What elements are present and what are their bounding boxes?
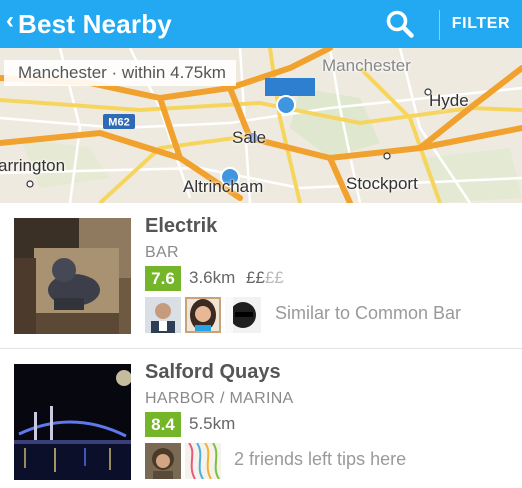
venue-price: ££: [246, 268, 265, 287]
venue-score-badge: 7.6: [145, 266, 181, 291]
avatar[interactable]: [145, 297, 181, 333]
location-label: Manchester · within 4.75km: [4, 60, 236, 86]
back-button[interactable]: ‹ Best Nearby: [0, 0, 172, 48]
venue-photo: [14, 364, 131, 480]
map-label-warrington: arrington: [0, 156, 66, 175]
page-title: Best Nearby: [18, 8, 172, 39]
chevron-left-icon: ‹: [6, 7, 14, 34]
social-context: 2 friends left tips here: [234, 449, 407, 469]
venue-list-item[interactable]: Salford Quays HARBOR / MARINA 8.4 5.5km …: [0, 349, 522, 488]
venue-name: Salford Quays: [145, 361, 281, 383]
friend-avatars: [145, 297, 261, 333]
venue-photo: [14, 218, 131, 334]
social-context: Similar to Common Bar: [275, 303, 462, 323]
map-label-sale: Sale: [232, 128, 267, 147]
filter-button[interactable]: FILTER: [440, 0, 522, 48]
map-view[interactable]: M62 Manchester Manchester · within 4.75k…: [0, 48, 522, 203]
venue-price-dim: ££: [264, 268, 284, 287]
venue-name: Electrik: [145, 215, 218, 237]
venue-category: HARBOR / MARINA: [145, 390, 294, 407]
map-label-stockport: Stockport: [346, 174, 418, 193]
venue-list: Electrik BAR 7.6 3.6km ££££ Similar to C…: [0, 203, 522, 488]
avatar[interactable]: [225, 297, 261, 333]
map-label-hyde: Hyde: [429, 91, 469, 110]
venue-score-badge: 8.4: [145, 412, 181, 437]
avatar[interactable]: [185, 443, 221, 479]
avatar[interactable]: [145, 443, 181, 479]
avatar[interactable]: [185, 297, 221, 333]
map-label-altrincham: Altrincham: [183, 177, 264, 196]
venue-distance: 5.5km: [189, 414, 236, 433]
venue-meta: 3.6km ££££: [189, 268, 284, 288]
svg-text:M62: M62: [108, 117, 129, 129]
search-icon[interactable]: [384, 8, 416, 40]
venue-category: BAR: [145, 244, 179, 261]
location-bar: Manchester · within 4.75km: [0, 60, 522, 86]
venue-meta: 5.5km: [189, 414, 235, 434]
map-pin-venue[interactable]: [276, 95, 296, 115]
friend-avatars: [145, 443, 221, 479]
venue-distance: 3.6km: [189, 268, 236, 287]
app-bar: ‹ Best Nearby FILTER: [0, 0, 522, 48]
venue-list-item[interactable]: Electrik BAR 7.6 3.6km ££££ Similar to C…: [0, 203, 522, 349]
